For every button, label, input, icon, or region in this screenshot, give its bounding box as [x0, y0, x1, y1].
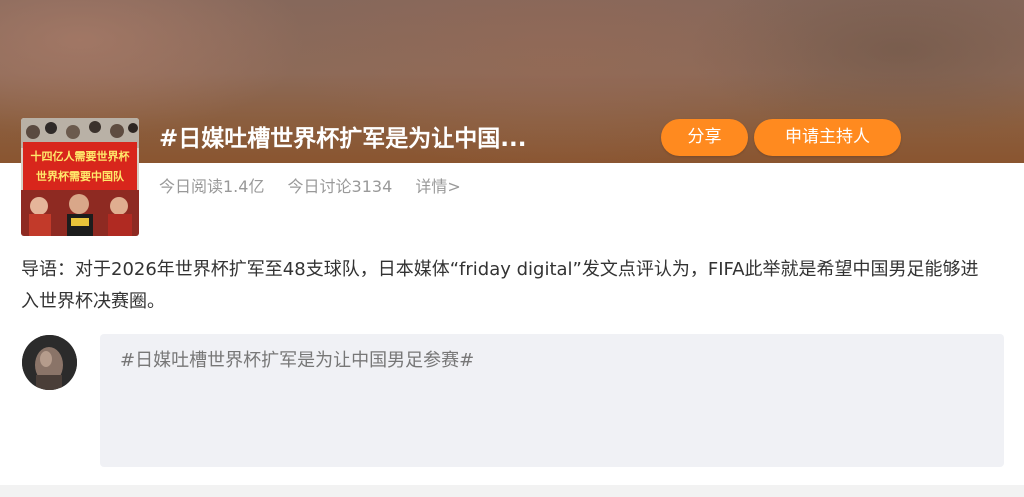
- apply-host-button[interactable]: 申请主持人: [754, 119, 901, 156]
- share-button[interactable]: 分享: [661, 119, 748, 156]
- topic-intro: 导语：对于2026年世界杯扩军至48支球队，日本媒体“friday digita…: [21, 259, 979, 312]
- banner-line-2: 世界杯需要中国队: [36, 169, 125, 183]
- avatar[interactable]: [22, 335, 77, 390]
- divider: [0, 485, 1024, 497]
- today-reads: 今日阅读1.4亿: [159, 177, 265, 196]
- topic-stats: 今日阅读1.4亿 今日讨论3134 详情>: [159, 175, 479, 199]
- topic-thumbnail-image: 十四亿人需要世界杯 世界杯需要中国队: [21, 118, 139, 236]
- banner-line-1: 十四亿人需要世界杯: [31, 149, 131, 163]
- topic-thumbnail[interactable]: 十四亿人需要世界杯 世界杯需要中国队: [21, 118, 139, 236]
- detail-link[interactable]: 详情>: [415, 177, 460, 196]
- topic-title[interactable]: #日媒吐槽世界杯扩军是为让中国...: [159, 119, 526, 159]
- user-avatar-image: [22, 335, 77, 390]
- today-discussions: 今日讨论3134: [287, 177, 393, 196]
- comment-composer[interactable]: [100, 334, 1004, 467]
- comment-input[interactable]: [120, 346, 980, 376]
